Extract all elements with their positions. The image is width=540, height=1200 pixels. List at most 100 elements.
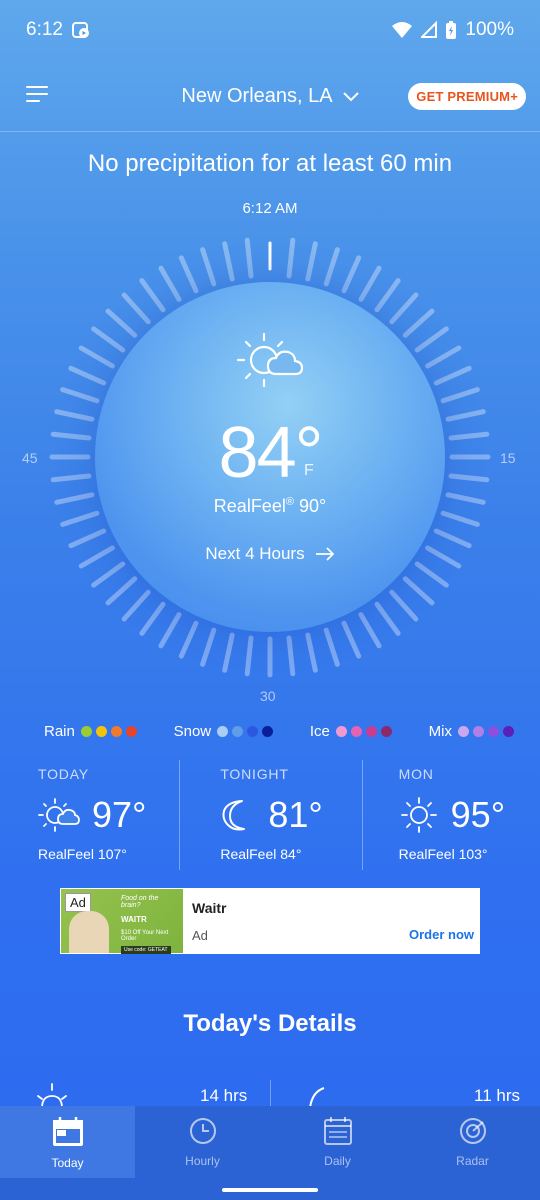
nav-radar-label: Radar xyxy=(456,1154,489,1168)
dial-tick xyxy=(178,255,199,294)
ad-body[interactable]: Waitr Ad Order now xyxy=(184,888,480,954)
nav-today-label: Today xyxy=(51,1156,84,1170)
dial-tick xyxy=(60,387,100,404)
legend-mix-dot xyxy=(502,726,514,737)
clock-icon xyxy=(189,1118,216,1144)
ad-order-now-button[interactable]: Order now xyxy=(409,927,474,942)
gesture-bar xyxy=(0,1178,540,1200)
dial-tick xyxy=(139,278,166,313)
dial-tick xyxy=(358,265,382,302)
nav-daily[interactable]: Daily xyxy=(270,1106,405,1178)
realfeel-current: RealFeel® 90° xyxy=(0,496,540,517)
dial-tick xyxy=(244,635,254,677)
partly-sunny-icon xyxy=(236,332,304,388)
forecast-tonight[interactable]: TONIGHT 81° RealFeel 84° xyxy=(179,760,361,870)
forecast-today-temp: 97° xyxy=(92,794,147,835)
home-gesture-pill[interactable] xyxy=(222,1188,318,1192)
legend-snow-dot xyxy=(232,726,244,737)
dial-tick xyxy=(389,589,419,622)
dial-label-30: 30 xyxy=(260,688,276,704)
precipitation-message: No precipitation for at least 60 min xyxy=(87,150,453,177)
ad-image[interactable]: Ad Food on the brain? WAITR $10 Off Your… xyxy=(61,889,183,954)
dial-tick xyxy=(91,326,126,353)
dial-tick xyxy=(158,612,182,649)
nav-hourly-label: Hourly xyxy=(185,1154,220,1168)
menu-icon[interactable] xyxy=(26,86,48,104)
nav-today[interactable]: Today xyxy=(0,1106,135,1178)
forecast-mon-label: MON xyxy=(398,766,434,782)
get-premium-button[interactable]: GET PREMIUM+ xyxy=(408,83,526,110)
legend-mix-dot xyxy=(472,726,484,737)
daily-forecast-summary: TODAY 97° RealFeel 107° TONIGHT 81° Real xyxy=(0,760,540,870)
ad-person-image xyxy=(69,911,109,953)
calendar-today-icon xyxy=(52,1117,83,1146)
legend-ice-dot xyxy=(365,726,377,737)
nav-hourly[interactable]: Hourly xyxy=(135,1106,270,1178)
moon-icon xyxy=(222,800,246,831)
dial-tick xyxy=(139,601,166,636)
legend-ice-dot xyxy=(380,726,392,737)
dial-tick xyxy=(200,627,217,667)
dial-tick xyxy=(244,237,254,279)
wifi-icon xyxy=(392,22,413,38)
legend-snow-label: Snow xyxy=(173,723,212,740)
dial-tick xyxy=(200,247,217,287)
sun-duration: 14 hrs xyxy=(200,1086,248,1105)
ad-title: Waitr xyxy=(192,900,227,916)
next-hours-label: Next 4 Hours xyxy=(205,544,305,563)
status-bar: 6:12 100% xyxy=(0,0,540,60)
dial-tick xyxy=(222,632,235,673)
location-selector[interactable]: New Orleans, LA xyxy=(181,85,359,108)
bottom-navigation: Today Hourly Daily Radar xyxy=(0,1106,540,1178)
dial-tick xyxy=(222,241,235,282)
details-divider xyxy=(270,1080,271,1108)
dial-tick xyxy=(374,278,401,313)
location-name: New Orleans, LA xyxy=(181,85,333,107)
ad-image-offer: $10 Off Your Next Order xyxy=(121,930,169,942)
dial-tick xyxy=(305,632,318,673)
dial-tick xyxy=(414,561,449,588)
sunrise-icon xyxy=(37,1083,67,1108)
dial-tick xyxy=(286,635,296,677)
forecast-today[interactable]: TODAY 97° RealFeel 107° xyxy=(0,760,179,870)
arrow-right-icon xyxy=(315,547,334,561)
dial-tick xyxy=(374,601,401,636)
forecast-mon-temp: 95° xyxy=(450,794,506,835)
dial-tick xyxy=(121,292,151,325)
realfeel-value: 90° xyxy=(298,496,327,516)
forecast-mon[interactable]: MON 95° RealFeel 103° xyxy=(361,760,540,870)
dial-tick xyxy=(389,292,419,325)
dial-tick xyxy=(358,612,382,649)
legend-ice-dot xyxy=(335,726,347,737)
legend-snow-dot xyxy=(217,726,229,737)
ad-banner[interactable]: Ad Food on the brain? WAITR $10 Off Your… xyxy=(60,888,480,954)
legend-ice-dots xyxy=(335,726,392,737)
legend-rain: Rain xyxy=(44,723,137,740)
legend-mix: Mix xyxy=(429,723,514,740)
realfeel-label: RealFeel xyxy=(213,496,286,516)
ad-image-line1: Food on the brain? xyxy=(121,895,159,909)
precip-legend: Rain Snow Ice Mix xyxy=(44,723,514,740)
forecast-tonight-realfeel: RealFeel 84° xyxy=(220,846,302,862)
legend-ice: Ice xyxy=(310,723,392,740)
sun-icon xyxy=(400,797,437,833)
legend-rain-label: Rain xyxy=(44,723,75,740)
dial-tick xyxy=(433,365,472,386)
nav-daily-label: Daily xyxy=(324,1154,351,1168)
dial-tick xyxy=(341,620,362,659)
ad-image-code: Use code: GETEAT xyxy=(121,946,171,954)
dial-tick xyxy=(91,561,126,588)
calendar-icon xyxy=(323,1117,352,1145)
partly-sunny-icon xyxy=(38,798,80,832)
nav-radar[interactable]: Radar xyxy=(405,1106,540,1178)
dial-tick xyxy=(286,237,296,279)
forecast-tonight-label: TONIGHT xyxy=(220,766,289,782)
screen-record-icon xyxy=(71,22,89,38)
dial-tick xyxy=(305,241,318,282)
next-4-hours-link[interactable]: Next 4 Hours xyxy=(0,544,540,564)
dial-tick xyxy=(402,308,435,338)
legend-snow-dot xyxy=(247,726,259,737)
legend-mix-dots xyxy=(457,726,514,737)
current-temperature-block: 84° F xyxy=(0,412,540,494)
ad-badge: Ad xyxy=(65,893,91,912)
